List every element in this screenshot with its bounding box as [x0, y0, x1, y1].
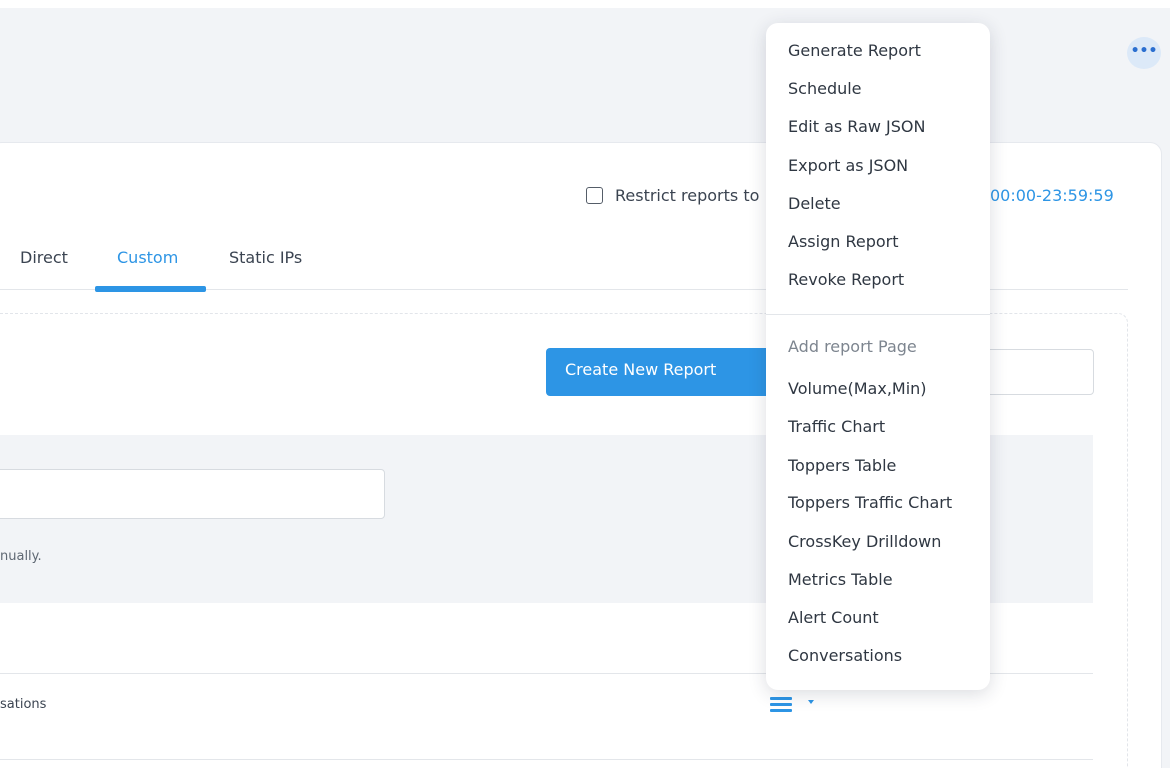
- menu-item-delete[interactable]: Delete: [788, 194, 841, 213]
- tab-static-ips[interactable]: Static IPs: [229, 248, 302, 267]
- menu-item-volume-max-min[interactable]: Volume(Max,Min): [788, 379, 927, 398]
- menu-item-conversations[interactable]: Conversations: [788, 646, 902, 665]
- menu-item-alert-count[interactable]: Alert Count: [788, 608, 879, 627]
- restrict-label: Restrict reports to: [615, 186, 760, 205]
- menu-divider: [766, 314, 990, 315]
- report-name-input[interactable]: [0, 469, 385, 519]
- list-divider: [0, 759, 1093, 760]
- menu-item-toppers-traffic-chart[interactable]: Toppers Traffic Chart: [788, 493, 952, 512]
- create-new-report-button[interactable]: Create New Report: [546, 348, 776, 396]
- menu-section-header: Add report Page: [788, 337, 917, 356]
- menu-item-revoke-report[interactable]: Revoke Report: [788, 270, 904, 289]
- menu-item-traffic-chart[interactable]: Traffic Chart: [788, 417, 885, 436]
- menu-item-schedule[interactable]: Schedule: [788, 79, 862, 98]
- list-item-label: sations: [0, 697, 47, 712]
- menu-item-generate-report[interactable]: Generate Report: [788, 41, 921, 60]
- form-hint-text: nually.: [0, 549, 42, 564]
- tab-custom[interactable]: Custom: [117, 248, 178, 267]
- caret-down-icon[interactable]: [808, 700, 814, 704]
- menu-item-metrics-table[interactable]: Metrics Table: [788, 570, 893, 589]
- menu-item-crosskey-drilldown[interactable]: CrossKey Drilldown: [788, 532, 941, 551]
- menu-item-edit-raw-json[interactable]: Edit as Raw JSON: [788, 117, 925, 136]
- active-tab-indicator: [95, 286, 206, 292]
- hamburger-menu-icon[interactable]: [770, 697, 792, 713]
- time-range-link[interactable]: 00:00-23:59:59: [990, 186, 1114, 205]
- more-options-button[interactable]: •••: [1127, 37, 1161, 69]
- restrict-reports-option[interactable]: Restrict reports to: [586, 186, 759, 205]
- tab-direct[interactable]: Direct: [20, 248, 68, 267]
- ellipsis-icon: •••: [1130, 43, 1158, 59]
- menu-item-assign-report[interactable]: Assign Report: [788, 232, 898, 251]
- restrict-checkbox[interactable]: [586, 187, 603, 204]
- menu-item-export-json[interactable]: Export as JSON: [788, 156, 908, 175]
- top-bar: [0, 0, 1170, 8]
- report-actions-dropdown: Generate Report Schedule Edit as Raw JSO…: [766, 23, 990, 690]
- menu-item-toppers-table[interactable]: Toppers Table: [788, 456, 896, 475]
